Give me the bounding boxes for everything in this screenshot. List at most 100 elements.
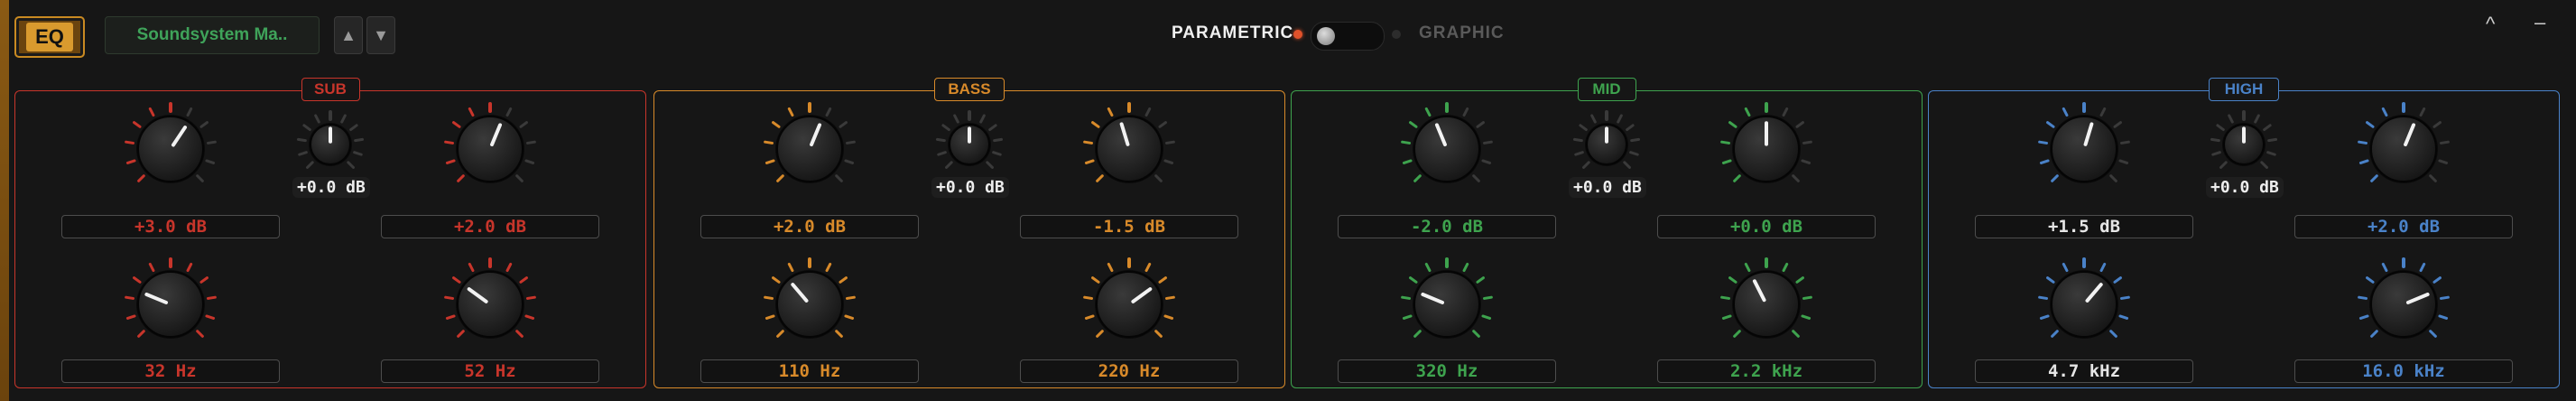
knob-body[interactable] [137, 271, 204, 338]
knob-tick [2366, 121, 2375, 128]
knob-tick [1733, 174, 1741, 182]
right-gain-field-high[interactable]: +2.0 dB [2294, 215, 2513, 238]
knob-tick [787, 107, 794, 117]
knob-tick [2046, 276, 2055, 284]
knob-body[interactable] [1096, 116, 1163, 182]
parametric-indicator-dot [1293, 30, 1302, 39]
center-gain-knob-high[interactable] [2204, 105, 2284, 184]
knob-tick [2219, 161, 2228, 169]
left-gain-knob-mid[interactable] [1395, 97, 1499, 201]
left-freq-field-high[interactable]: 4.7 kHz [1975, 359, 2193, 383]
left-gain-knob-bass[interactable] [757, 97, 862, 201]
left-gain-knob-high[interactable] [2032, 97, 2136, 201]
right-gain-knob-sub[interactable] [438, 97, 542, 201]
right-freq-field-bass[interactable]: 220 Hz [1020, 359, 1238, 383]
right-gain-knob-high[interactable] [2351, 97, 2456, 201]
knob-body[interactable] [1413, 116, 1480, 182]
left-freq-knob-mid[interactable] [1395, 252, 1499, 357]
knob-tick [764, 295, 774, 300]
knob-body[interactable] [2370, 116, 2437, 182]
knob-body[interactable] [2370, 271, 2437, 338]
knob-body[interactable] [137, 116, 204, 182]
knob-tick [2039, 159, 2050, 164]
eq-toggle-button[interactable]: EQ [14, 16, 85, 58]
center-gain-value-mid[interactable]: +0.0 dB [1569, 177, 1646, 198]
knob-tick [525, 295, 536, 300]
knob-tick [347, 161, 355, 169]
left-freq-field-mid[interactable]: 320 Hz [1338, 359, 1556, 383]
knob-tick [349, 124, 358, 132]
knob-tick [2039, 314, 2050, 320]
right-gain-field-sub[interactable]: +2.0 dB [381, 215, 599, 238]
preset-down-button[interactable]: ▼ [366, 16, 395, 54]
knob-tick [839, 121, 848, 128]
left-freq-knob-high[interactable] [2032, 252, 2136, 357]
center-gain-value-sub[interactable]: +0.0 dB [292, 177, 370, 198]
knob-body[interactable] [2051, 271, 2117, 338]
mode-parametric-label[interactable]: PARAMETRIC [1172, 23, 1293, 43]
preset-up-button[interactable]: ▲ [334, 16, 363, 54]
band-title-high: HIGH [2209, 78, 2279, 101]
knob-tick [2366, 276, 2375, 284]
knob-tick [1720, 140, 1731, 145]
knob-body[interactable] [2051, 116, 2117, 182]
knob-tick [1107, 262, 1114, 273]
right-gain-knob-mid[interactable] [1714, 97, 1819, 201]
knob-tick [2260, 161, 2268, 169]
knob-tick [844, 314, 855, 320]
left-gain-field-high[interactable]: +1.5 dB [1975, 215, 2193, 238]
right-freq-knob-high[interactable] [2351, 252, 2456, 357]
center-gain-knob-mid[interactable] [1567, 105, 1646, 184]
right-gain-field-mid[interactable]: +0.0 dB [1657, 215, 1876, 238]
right-freq-field-sub[interactable]: 52 Hz [381, 359, 599, 383]
left-gain-knob-sub[interactable] [118, 97, 223, 201]
knob-tick [1163, 159, 1174, 164]
right-freq-knob-sub[interactable] [438, 252, 542, 357]
right-gain-knob-bass[interactable] [1077, 97, 1181, 201]
left-freq-knob-sub[interactable] [118, 252, 223, 357]
left-freq-field-sub[interactable]: 32 Hz [61, 359, 280, 383]
toggle-thumb[interactable] [1317, 27, 1335, 45]
center-gain-knob-bass[interactable] [930, 105, 1009, 184]
knob-body[interactable] [457, 271, 524, 338]
arrow-down-icon: ▼ [373, 25, 389, 44]
knob-tick [1579, 124, 1588, 132]
knob-body[interactable] [1096, 271, 1163, 338]
knob-tick [1782, 262, 1789, 273]
knob-body[interactable] [457, 116, 524, 182]
right-freq-knob-mid[interactable] [1714, 252, 1819, 357]
right-gain-field-bass[interactable]: -1.5 dB [1020, 215, 1238, 238]
knob-tick [452, 121, 461, 128]
collapse-button[interactable]: ^ [2486, 13, 2495, 36]
knob-tick [133, 276, 142, 284]
right-freq-field-mid[interactable]: 2.2 kHz [1657, 359, 1876, 383]
knob-body[interactable] [1733, 271, 1800, 338]
left-freq-knob-bass[interactable] [757, 252, 862, 357]
knob-tick [2113, 121, 2122, 128]
knob-body[interactable] [1413, 271, 1480, 338]
mode-toggle-switch[interactable] [1311, 22, 1385, 51]
center-gain-value-bass[interactable]: +0.0 dB [931, 177, 1009, 198]
mode-graphic-label[interactable]: GRAPHIC [1419, 23, 1505, 43]
left-gain-field-bass[interactable]: +2.0 dB [700, 215, 919, 238]
left-gain-field-mid[interactable]: -2.0 dB [1338, 215, 1556, 238]
knob-tick [2046, 121, 2055, 128]
knob-tick [1083, 140, 1094, 145]
knob-body[interactable] [776, 116, 843, 182]
preset-name-display[interactable]: Soundsystem Ma.. [105, 16, 320, 54]
right-freq-field-high[interactable]: 16.0 kHz [2294, 359, 2513, 383]
right-freq-knob-bass[interactable] [1077, 252, 1181, 357]
center-gain-value-high[interactable]: +0.0 dB [2206, 177, 2284, 198]
knob-tick [2438, 159, 2449, 164]
knob-tick [298, 151, 308, 156]
left-freq-field-bass[interactable]: 110 Hz [700, 359, 919, 383]
left-gain-field-sub[interactable]: +3.0 dB [61, 215, 280, 238]
minimize-button[interactable]: – [2534, 11, 2545, 34]
knob-tick [1582, 161, 1590, 169]
band-title-sub: SUB [301, 78, 360, 101]
knob-tick [457, 174, 465, 182]
center-gain-knob-sub[interactable] [291, 105, 370, 184]
knob-body[interactable] [776, 271, 843, 338]
knob-tick [445, 159, 456, 164]
knob-tick [1424, 107, 1432, 117]
